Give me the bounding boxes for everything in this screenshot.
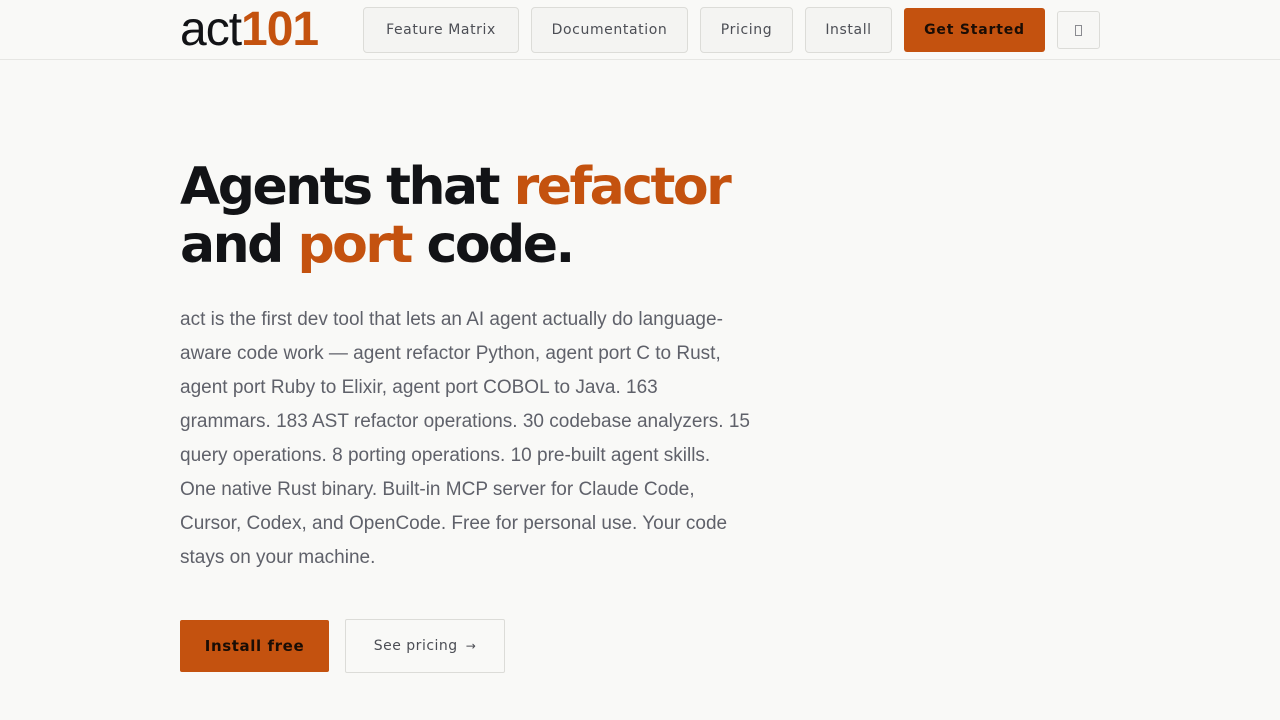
site-logo[interactable]: act101 xyxy=(180,3,319,56)
hero-title: Agents that refactor and port code. xyxy=(180,158,820,274)
hero-title-accent-port: port xyxy=(297,215,413,275)
top-navigation-bar: act101 Feature Matrix Documentation Pric… xyxy=(0,0,1280,60)
logo-text: act xyxy=(180,3,242,56)
nav-pricing[interactable]: Pricing xyxy=(700,7,793,53)
nav-documentation[interactable]: Documentation xyxy=(531,7,688,53)
hero-title-part1: Agents that xyxy=(180,157,514,217)
nav-feature-matrix[interactable]: Feature Matrix xyxy=(363,7,519,53)
hero-title-part2: and xyxy=(180,215,298,275)
nav-install[interactable]: Install xyxy=(805,7,892,53)
logo-number: 101 xyxy=(241,3,319,56)
install-free-button[interactable]: Install free xyxy=(180,620,329,672)
theme-toggle-button[interactable] xyxy=(1057,11,1100,49)
theme-toggle-icon xyxy=(1075,24,1082,36)
hero-title-accent-refactor: refactor xyxy=(513,157,732,217)
get-started-button[interactable]: Get Started xyxy=(904,8,1045,52)
hero-description: act is the first dev tool that lets an A… xyxy=(180,309,750,568)
see-pricing-label: See pricing xyxy=(373,638,458,654)
see-pricing-button[interactable]: See pricing → xyxy=(345,619,505,673)
arrow-right-icon: → xyxy=(465,639,477,653)
hero-title-part3: code. xyxy=(410,215,575,275)
